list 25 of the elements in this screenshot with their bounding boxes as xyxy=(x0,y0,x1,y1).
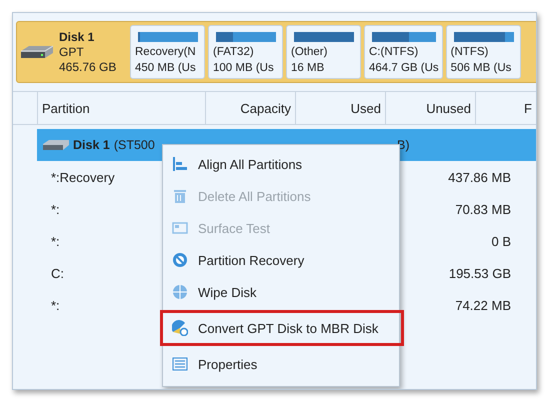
table-cell-text: *:Recovery xyxy=(51,170,116,184)
partition-label: (Other) xyxy=(291,45,328,60)
table-cell-text: *: xyxy=(51,298,61,312)
partition-size: 464.7 GB (Us xyxy=(369,61,439,76)
disk-model: (ST500 xyxy=(114,138,155,152)
table-cell-text: *: xyxy=(51,202,61,216)
partition-size: 506 MB (Us xyxy=(450,61,512,76)
partition-label: (NTFS) xyxy=(450,45,490,60)
disk-name: Disk 1 xyxy=(73,138,110,152)
partition-size: 16 MB xyxy=(291,61,326,76)
table-cell-text: 437.86 MB xyxy=(447,170,511,184)
table-cell-text: 74.22 MB xyxy=(454,298,511,312)
partition-label: C:(NTFS) xyxy=(369,45,420,60)
partition-size: 450 MB (Us xyxy=(135,61,197,76)
table-cell-text: 0 B xyxy=(490,234,511,248)
table-cell-text: 195.53 GB xyxy=(448,266,511,280)
disk-name: Disk 1 xyxy=(59,30,96,44)
table-cell-text: 70.83 MB xyxy=(454,202,511,216)
partition-size: 100 MB (Us xyxy=(213,61,275,76)
disk-type: GPT xyxy=(59,44,85,60)
partition-label: (FAT32) xyxy=(213,45,255,60)
table-cell-text: C: xyxy=(51,266,65,280)
disk-size: 465.76 GB xyxy=(59,60,116,74)
partition-label: Recovery(N xyxy=(135,45,197,60)
table-cell-text: *: xyxy=(51,234,61,248)
